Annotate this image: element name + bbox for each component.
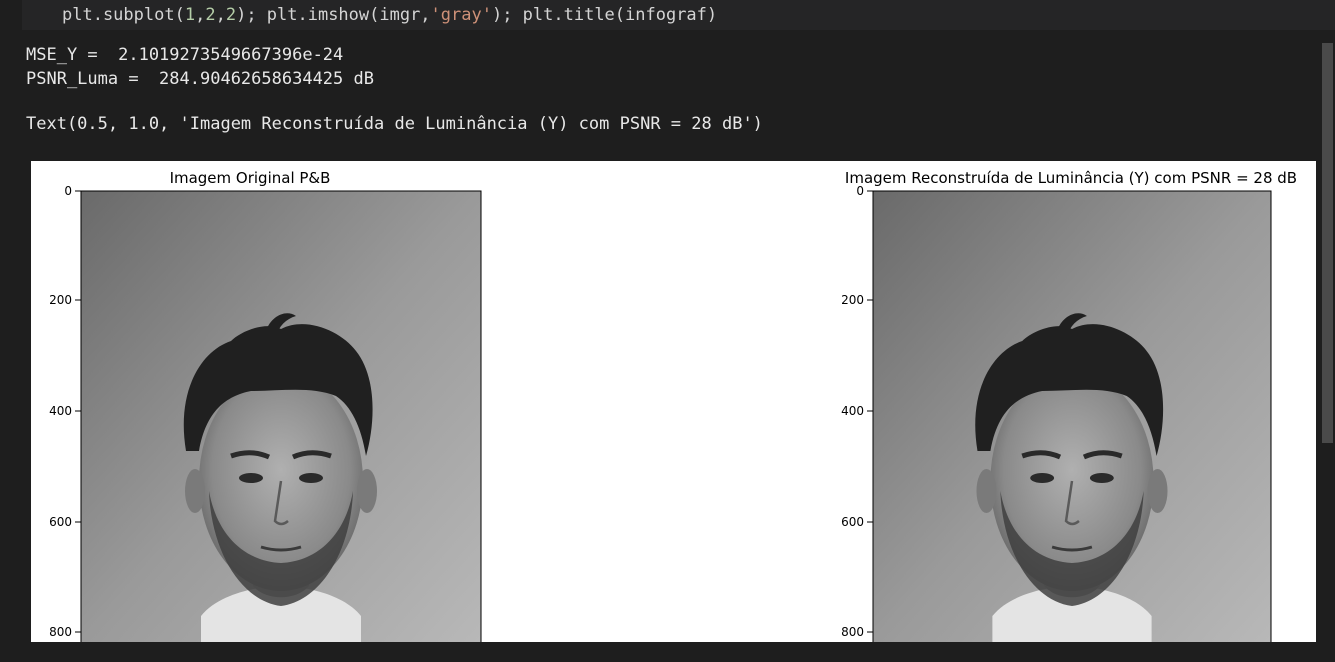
reconstructed-image [873, 191, 1271, 642]
code-cell[interactable]: plt.subplot(1,2,2); plt.imshow(imgr,'gra… [22, 0, 1335, 30]
ytick-label: 400 [841, 404, 864, 418]
ytick-label: 0 [64, 184, 72, 198]
code-token: ); plt.title(infograf) [491, 5, 718, 25]
y-axis: 0 200 400 600 800 [841, 184, 873, 639]
code-token: ); plt.imshow(imgr, [236, 5, 431, 25]
ytick-label: 800 [49, 625, 72, 639]
text-repr-output: Text(0.5, 1.0, 'Imagem Reconstruída de L… [26, 114, 763, 134]
code-token: , [215, 5, 226, 25]
code-token: , [195, 5, 206, 25]
ytick-label: 600 [49, 515, 72, 529]
subplot-reconstructed: Imagem Reconstruída de Luminância (Y) co… [841, 169, 1297, 642]
code-number: 1 [184, 5, 196, 25]
code-line[interactable]: plt.subplot(1,2,2); plt.imshow(imgr,'gra… [62, 3, 717, 27]
matplotlib-figure: Imagem Original P&B 0 200 400 600 800 Im… [31, 161, 1316, 642]
original-image [81, 191, 481, 642]
ytick-label: 800 [841, 625, 864, 639]
mse-output: MSE_Y = 2.1019273549667396e-24 [26, 45, 344, 65]
ytick-label: 0 [856, 184, 864, 198]
psnr-output: PSNR_Luma = 284.90462658634425 dB [26, 69, 374, 89]
scrollbar-thumb[interactable] [1322, 43, 1333, 443]
ytick-label: 200 [841, 293, 864, 307]
subplot-original: Imagem Original P&B 0 200 400 600 800 [49, 169, 482, 642]
output-scrollbar[interactable] [1320, 40, 1335, 662]
code-number: 2 [205, 5, 216, 25]
ytick-label: 600 [841, 515, 864, 529]
ytick-label: 400 [49, 404, 72, 418]
y-axis: 0 200 400 600 800 [49, 184, 81, 639]
code-token: plt.subplot( [62, 5, 185, 25]
subplot-title: Imagem Original P&B [170, 169, 331, 187]
code-string: 'gray' [430, 5, 492, 25]
subplot-title: Imagem Reconstruída de Luminância (Y) co… [845, 169, 1297, 187]
ytick-label: 200 [49, 293, 72, 307]
code-number: 2 [225, 5, 237, 25]
